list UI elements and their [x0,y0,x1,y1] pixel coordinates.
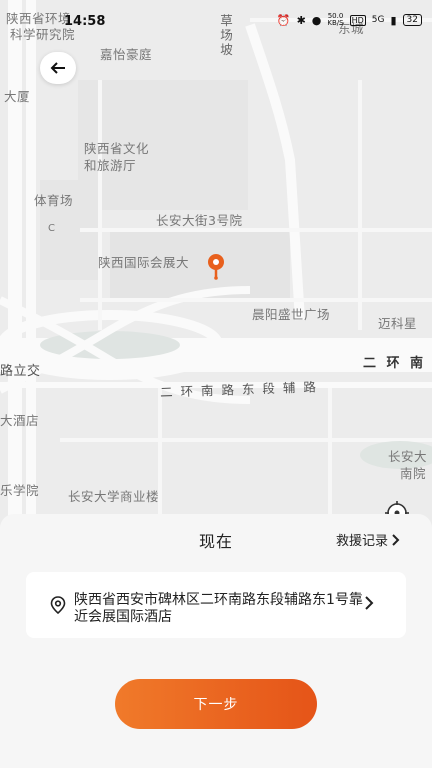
map-label: 体育场 [34,193,74,208]
network-speed: 50.0 KB/S [327,12,344,27]
signal-label: 5G [371,15,385,25]
bluetooth-icon: ✱ [296,13,306,27]
status-bar: 14:58 ⏰ ✱ ● 50.0 KB/S HD 5G ▮ 32 [0,0,432,29]
location-marker-icon [50,596,66,614]
map-label: 大厦 [4,89,31,104]
address-card[interactable]: 陕西省西安市碑林区二环南路东段辅路东1号靠近会展国际酒店 [26,572,406,638]
rescue-records-label: 救援记录 [335,534,388,549]
chevron-right-icon [365,596,374,610]
hd-badge: HD [349,14,366,26]
map-label: 晨阳盛世广场 [252,307,331,322]
back-button[interactable] [40,52,76,84]
battery-level: 32 [402,14,422,26]
map-label: 南院 [400,466,427,481]
map-label: 路立交 [0,364,41,379]
alarm-icon: ⏰ [276,13,291,27]
map-label: 大酒店 [0,413,40,428]
status-time: 14:58 [64,14,106,29]
rescue-records-link[interactable]: 救援记录 [336,530,400,549]
chevron-right-icon [392,533,400,546]
bottom-sheet: 现在 救援记录 陕西省西安市碑林区二环南路东段辅路东1号靠近会展国际酒店 下一步 [0,514,432,768]
address-text: 陕西省西安市碑林区二环南路东段辅路东1号靠近会展国际酒店 [74,592,363,625]
status-icons: ⏰ ✱ ● 50.0 KB/S HD 5G ▮ 32 [277,13,422,27]
signal-icon: ▮ [390,13,397,27]
map-label: 陕西国际会展大 [98,255,190,270]
map-label: 和旅游厅 [84,158,137,173]
map-label: 嘉怡豪庭 [100,47,153,62]
map-label: 长安大学商业楼 [68,489,160,504]
map-label: 乐学院 [0,483,40,498]
next-step-button[interactable]: 下一步 [115,679,317,729]
map-label: 长安大街3号院 [156,213,243,228]
location-icon: ● [311,13,322,27]
arrow-left-icon [50,62,65,74]
map-label: C [48,223,56,234]
road-label: 二 环 南 路 [363,356,432,371]
map-label: 迈科星 [378,316,418,331]
